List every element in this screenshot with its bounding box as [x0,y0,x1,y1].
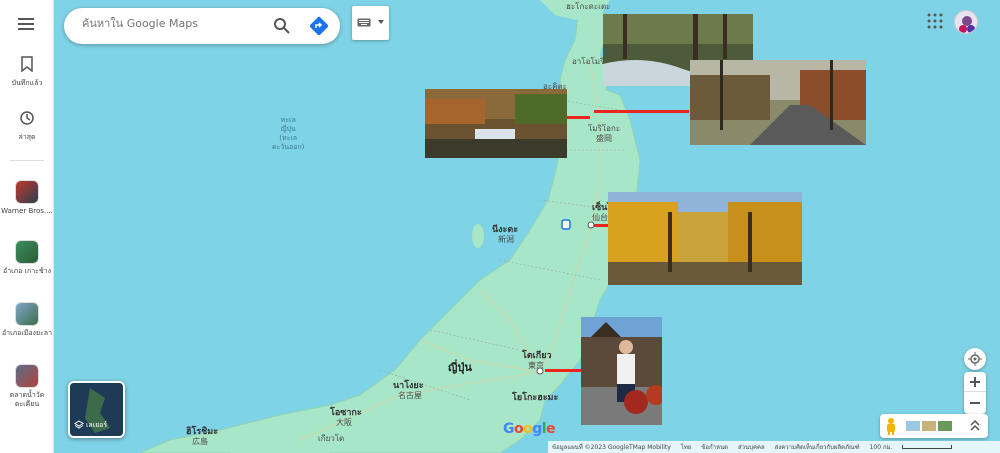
avatar[interactable] [954,10,978,34]
directions-button[interactable] [307,14,331,38]
saved-button[interactable]: บันทึกแล้ว [0,56,54,88]
google-logo: Google [503,421,556,437]
expand-up-icon[interactable] [970,420,980,432]
place-thumbnail [15,364,39,388]
my-location-icon [968,352,982,366]
city-morioka-kanji: 盛岡 [596,134,612,143]
photo-person-tokyo[interactable] [581,317,662,425]
recent-button[interactable]: ล่าสุด [0,110,54,142]
city-dot-icon[interactable] [587,221,595,229]
city-hiroshima-kanji: 広島 [192,437,208,446]
street-view-pegman-icon[interactable] [884,417,898,435]
city-niigata-kanji: 新潟 [498,235,514,244]
route-marker-line [566,116,590,119]
sea-of-japan-label: ทะเล ญี่ปุ่น (ทะเล ตะวันออก) [272,116,305,151]
apps-grid-icon[interactable] [926,12,944,30]
saved-label: บันทึกแล้ว [11,79,43,87]
language-link[interactable]: ไทย [681,442,692,452]
plus-icon [970,377,980,387]
recent-place-yala[interactable]: อำเภอเมืองยะลา [0,302,54,338]
city-osaka-kanji: 大阪 [336,418,352,427]
attribution-bar: ข้อมูลแผนที่ ©2023 GoogleTMap Mobility ไ… [548,441,1000,453]
search-button[interactable] [270,14,294,38]
recent-place-label: ตลาดน้ำวัดตะเคียน [9,391,45,408]
history-icon [20,111,34,125]
photo-waterfall-forest[interactable] [425,89,567,158]
search-input[interactable] [82,17,262,30]
privacy-link[interactable]: ส่วนบุคคล [738,442,765,452]
search-icon [274,18,290,34]
recent-place-label: อำเภอ เกาะช้าง [3,267,51,275]
chevron-down-icon [378,20,384,24]
terms-link[interactable]: ข้อกำหนด [701,442,728,452]
sidebar: บันทึกแล้ว ล่าสุด Warner Bros.... อำเภอ … [0,0,54,453]
zoom-in-button[interactable] [964,372,986,392]
city-dot-icon[interactable] [536,367,544,375]
location-pin-icon[interactable] [561,219,571,231]
place-thumbnail [15,302,39,326]
recent-place-label: อำเภอเมืองยะลา [1,329,53,337]
city-yokohama-label[interactable]: โยโกะฮะมะ [512,390,558,404]
directions-icon [309,16,329,36]
layers-label: เลเยอร์ [86,421,108,429]
menu-button[interactable] [0,16,54,35]
recent-place-kochang[interactable]: อำเภอ เกาะช้าง [0,240,54,276]
recent-place-floating-market[interactable]: ตลาดน้ำวัดตะเคียน [0,364,54,409]
search-box[interactable] [64,8,340,44]
recent-label: ล่าสุด [18,133,36,141]
my-location-button[interactable] [964,348,986,370]
map-data-credit: ข้อมูลแผนที่ ©2023 GoogleTMap Mobility [552,444,671,451]
sidebar-divider [10,160,44,161]
city-nagoya-kanji: 名古屋 [398,391,422,400]
bookmark-icon [21,56,33,73]
keyboard-button[interactable] [352,6,389,40]
zoom-controls [964,372,986,414]
route-marker-line [545,369,581,372]
japan-country-label: ญี่ปุ่น [448,361,472,374]
imagery-thumbnails[interactable] [906,421,954,431]
feedback-link[interactable]: ส่งความคิดเห็นเกี่ยวกับผลิตภัณฑ์ [775,442,860,452]
recent-place-warner[interactable]: Warner Bros.... [0,180,54,216]
map-extras-bar [880,414,988,438]
place-thumbnail [15,180,39,204]
photo-forest-road[interactable] [690,60,866,145]
minus-icon [970,402,980,404]
scale-bar [902,445,953,449]
city-hakodate-label[interactable]: ฮะโกะดะเตะ [566,0,610,13]
city-kyoto-label[interactable]: เกียวโต [318,432,344,445]
scale-label[interactable]: 100 กม. [870,442,893,452]
place-thumbnail [15,240,39,264]
keyboard-icon [357,18,371,27]
zoom-out-button[interactable] [964,393,986,414]
menu-icon [18,18,34,30]
city-aomori-label[interactable]: อาโอโมริ [572,55,604,68]
photo-ginkgo-avenue[interactable] [608,192,802,285]
route-marker-line [594,110,689,113]
recent-place-label: Warner Bros.... [1,207,53,215]
layers-button[interactable]: เลเยอร์ [68,381,125,438]
layers-icon [74,420,84,429]
